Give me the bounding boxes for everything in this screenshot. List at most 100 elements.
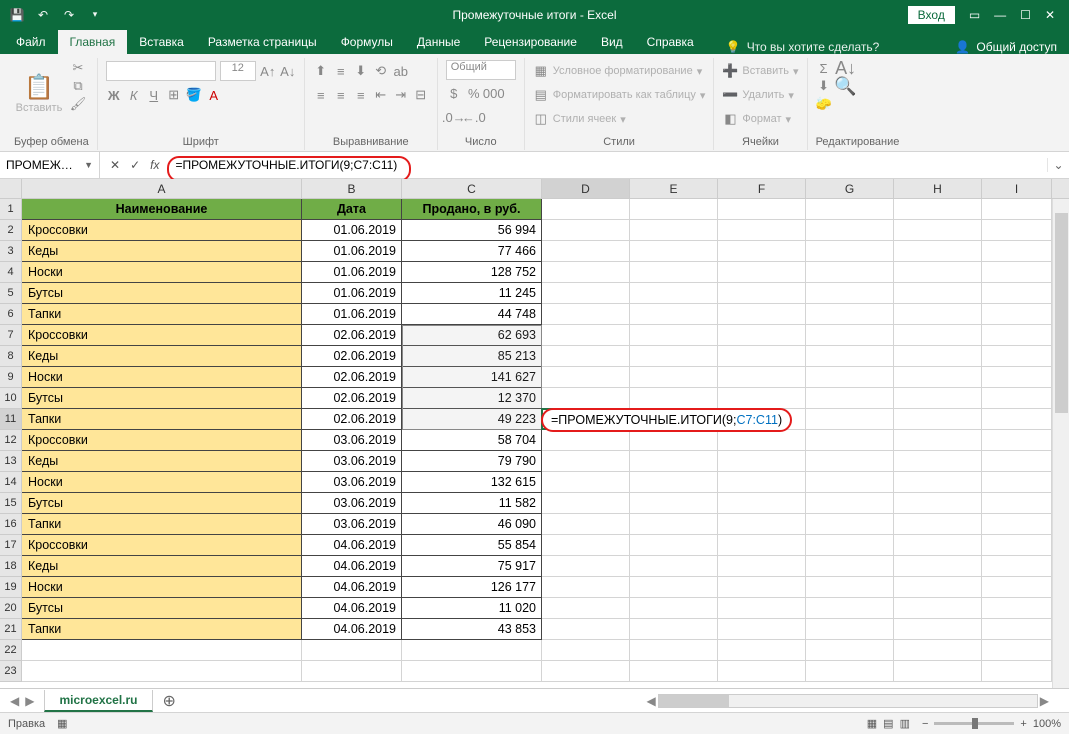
tab-home[interactable]: Главная bbox=[58, 30, 128, 54]
orientation-icon[interactable]: ⟲ bbox=[373, 63, 389, 79]
cell[interactable] bbox=[982, 220, 1052, 241]
cell[interactable]: 01.06.2019 bbox=[302, 304, 402, 325]
border-icon[interactable]: ⊞ bbox=[166, 87, 182, 103]
cell[interactable] bbox=[806, 535, 894, 556]
cell[interactable] bbox=[718, 619, 806, 640]
cell[interactable] bbox=[806, 304, 894, 325]
cell[interactable] bbox=[542, 535, 630, 556]
macro-record-icon[interactable]: ▦ bbox=[57, 717, 67, 730]
cell[interactable] bbox=[718, 346, 806, 367]
cell[interactable] bbox=[982, 451, 1052, 472]
cell[interactable] bbox=[630, 535, 718, 556]
sheet-next-icon[interactable]: ▶ bbox=[25, 694, 34, 708]
cell[interactable] bbox=[630, 304, 718, 325]
column-header-I[interactable]: I bbox=[982, 179, 1052, 198]
tab-file[interactable]: Файл bbox=[4, 30, 58, 54]
cell[interactable] bbox=[894, 451, 982, 472]
column-header-E[interactable]: E bbox=[630, 179, 718, 198]
cell[interactable] bbox=[894, 472, 982, 493]
cell[interactable] bbox=[718, 598, 806, 619]
cell[interactable]: 75 917 bbox=[402, 556, 542, 577]
cell[interactable] bbox=[630, 577, 718, 598]
comma-icon[interactable]: 000 bbox=[486, 85, 502, 101]
cell[interactable] bbox=[630, 388, 718, 409]
cell[interactable] bbox=[718, 472, 806, 493]
hscroll-thumb[interactable] bbox=[659, 695, 729, 707]
tell-me[interactable]: 💡 Что вы хотите сделать? bbox=[726, 40, 880, 54]
cell[interactable] bbox=[718, 640, 806, 661]
cell[interactable] bbox=[806, 199, 894, 220]
cell[interactable]: Бутсы bbox=[22, 493, 302, 514]
cell[interactable] bbox=[894, 577, 982, 598]
cell[interactable] bbox=[542, 598, 630, 619]
cell[interactable] bbox=[542, 325, 630, 346]
cell[interactable]: Тапки bbox=[22, 514, 302, 535]
horizontal-scrollbar[interactable] bbox=[658, 694, 1038, 708]
align-right-icon[interactable]: ≡ bbox=[353, 87, 369, 103]
enter-icon[interactable]: ✓ bbox=[130, 158, 140, 172]
cell[interactable] bbox=[630, 430, 718, 451]
cell[interactable] bbox=[982, 346, 1052, 367]
cell[interactable] bbox=[630, 472, 718, 493]
cell[interactable] bbox=[894, 514, 982, 535]
tab-formulas[interactable]: Формулы bbox=[329, 30, 405, 54]
cell[interactable] bbox=[542, 661, 630, 682]
cell[interactable] bbox=[542, 346, 630, 367]
cell[interactable] bbox=[806, 367, 894, 388]
percent-icon[interactable]: % bbox=[466, 85, 482, 101]
ribbon-options-icon[interactable]: ▭ bbox=[969, 8, 980, 22]
cell[interactable]: Продано, в руб. bbox=[402, 199, 542, 220]
cell[interactable] bbox=[806, 430, 894, 451]
align-bottom-icon[interactable]: ⬇ bbox=[353, 63, 369, 79]
currency-icon[interactable]: $ bbox=[446, 85, 462, 101]
cell[interactable] bbox=[806, 556, 894, 577]
merge-icon[interactable]: ⊟ bbox=[413, 87, 429, 103]
cell[interactable] bbox=[982, 199, 1052, 220]
maximize-icon[interactable]: ☐ bbox=[1020, 8, 1031, 22]
cell[interactable] bbox=[806, 409, 894, 430]
cell[interactable]: 02.06.2019 bbox=[302, 346, 402, 367]
sheet-tab[interactable]: microexcel.ru bbox=[44, 690, 152, 712]
cell[interactable] bbox=[982, 367, 1052, 388]
cell[interactable] bbox=[630, 325, 718, 346]
close-icon[interactable]: ✕ bbox=[1045, 8, 1055, 22]
cell[interactable]: Бутсы bbox=[22, 283, 302, 304]
cell[interactable]: 132 615 bbox=[402, 472, 542, 493]
cell[interactable] bbox=[718, 304, 806, 325]
row-header[interactable]: 4 bbox=[0, 262, 22, 283]
cell[interactable] bbox=[542, 388, 630, 409]
row-header[interactable]: 13 bbox=[0, 451, 22, 472]
cell[interactable]: Кеды bbox=[22, 556, 302, 577]
cell[interactable] bbox=[630, 199, 718, 220]
zoom-out-icon[interactable]: − bbox=[922, 718, 928, 730]
cell[interactable]: Носки bbox=[22, 262, 302, 283]
hscroll-right-icon[interactable]: ▶ bbox=[1040, 694, 1049, 708]
cell[interactable]: 85 213 bbox=[402, 346, 542, 367]
cell[interactable]: Тапки bbox=[22, 619, 302, 640]
cell[interactable]: Бутсы bbox=[22, 388, 302, 409]
cell[interactable]: 43 853 bbox=[402, 619, 542, 640]
cell[interactable]: 02.06.2019 bbox=[302, 409, 402, 430]
row-header[interactable]: 20 bbox=[0, 598, 22, 619]
cell[interactable] bbox=[894, 598, 982, 619]
cell[interactable] bbox=[718, 388, 806, 409]
fx-icon[interactable]: fx bbox=[150, 158, 159, 172]
cell[interactable]: 03.06.2019 bbox=[302, 514, 402, 535]
cell[interactable] bbox=[894, 409, 982, 430]
cell[interactable] bbox=[894, 388, 982, 409]
align-left-icon[interactable]: ≡ bbox=[313, 87, 329, 103]
cell[interactable] bbox=[982, 241, 1052, 262]
column-header-C[interactable]: C bbox=[402, 179, 542, 198]
share-button[interactable]: 👤 Общий доступ bbox=[955, 40, 1069, 54]
cell[interactable]: Носки bbox=[22, 472, 302, 493]
cell[interactable] bbox=[718, 241, 806, 262]
cell[interactable]: 01.06.2019 bbox=[302, 283, 402, 304]
insert-cells[interactable]: ➕Вставить ▾ bbox=[722, 60, 798, 82]
row-header[interactable]: 21 bbox=[0, 619, 22, 640]
cell[interactable] bbox=[982, 430, 1052, 451]
cell[interactable] bbox=[806, 451, 894, 472]
cell[interactable] bbox=[718, 661, 806, 682]
tab-layout[interactable]: Разметка страницы bbox=[196, 30, 329, 54]
cell[interactable]: 12 370 bbox=[402, 388, 542, 409]
cell[interactable] bbox=[982, 598, 1052, 619]
